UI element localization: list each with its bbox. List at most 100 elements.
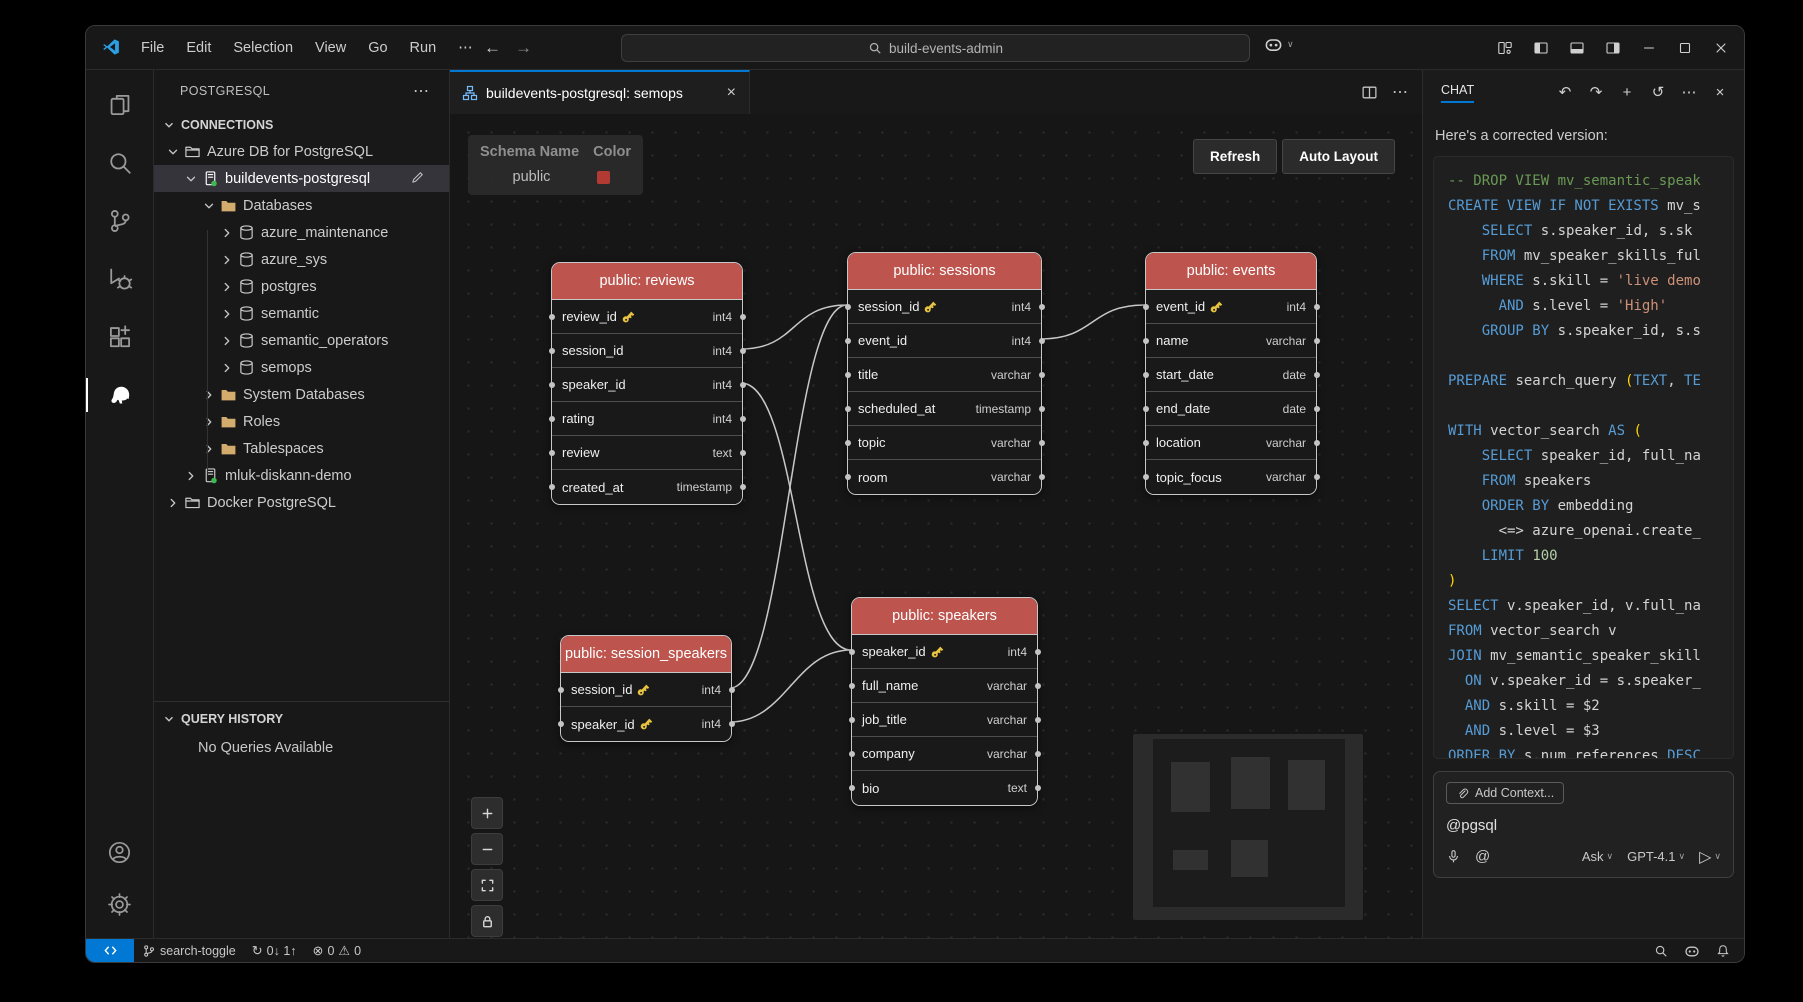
primary-key-icon	[1210, 300, 1224, 314]
tree-item-docker-postgresql[interactable]: Docker PostgreSQL	[154, 489, 449, 516]
tree-item-semops[interactable]: semops	[154, 354, 449, 381]
table-session_speakers[interactable]: public: session_speakerssession_idint4sp…	[560, 635, 732, 742]
activitybar-explorer[interactable]	[86, 76, 153, 134]
new-chat-icon[interactable]: +	[1615, 80, 1639, 104]
connection-dot	[740, 314, 746, 320]
table-sessions[interactable]: public: sessionssession_idint4event_idin…	[847, 252, 1042, 495]
panel-left-icon[interactable]	[1526, 34, 1556, 62]
auto-layout-button[interactable]: Auto Layout	[1282, 139, 1395, 174]
tree-item-system-databases[interactable]: System Databases	[154, 381, 449, 408]
zoom-in-button[interactable]	[471, 797, 503, 829]
fit-view-button[interactable]	[471, 869, 503, 901]
minimize-icon[interactable]	[1634, 34, 1664, 62]
column-type: text	[1008, 781, 1027, 795]
tab-schema-visualization[interactable]: buildevents-postgresql: semops ×	[450, 70, 750, 114]
notifications-bell[interactable]	[1708, 939, 1738, 962]
close-icon[interactable]: ×	[1708, 80, 1732, 104]
menu-edit[interactable]: Edit	[175, 36, 222, 60]
lock-button[interactable]	[471, 905, 503, 937]
activitybar-extensions[interactable]	[86, 308, 153, 366]
chat-input-box[interactable]: Add Context... @pgsql @ Ask∨ GPT-4.1∨	[1433, 771, 1734, 878]
panel-right-icon[interactable]	[1598, 34, 1628, 62]
tree-item-buildevents-postgresql[interactable]: buildevents-postgresql	[154, 165, 449, 192]
column-row: session_idint4	[552, 334, 742, 368]
copilot-button[interactable]: ∨	[1264, 35, 1294, 54]
minimap[interactable]	[1133, 734, 1363, 920]
table-reviews[interactable]: public: reviewsreview_idint4session_idin…	[551, 262, 743, 505]
column-name: start_date	[1156, 367, 1214, 382]
schema-diagram-canvas[interactable]: Schema Name Color public Refresh Auto La…	[450, 114, 1422, 938]
column-name: room	[858, 470, 888, 485]
maximize-icon[interactable]	[1670, 34, 1700, 62]
tree-item-azure-db-for-postgresql[interactable]: Azure DB for PostgreSQL	[154, 138, 449, 165]
activitybar-account[interactable]	[86, 826, 153, 878]
sync-indicator[interactable]: ↻ 0↓ 1↑	[244, 939, 305, 962]
section-query-history[interactable]: QUERY HISTORY	[154, 706, 449, 732]
history-icon[interactable]: ↺	[1646, 80, 1670, 104]
activity-bar-bottom	[86, 826, 153, 938]
more-icon[interactable]: ⋯	[1677, 80, 1701, 104]
tree-item-mluk-diskann-demo[interactable]: mluk-diskann-demo	[154, 462, 449, 489]
folder-icon	[218, 413, 238, 430]
column-name: review_id	[562, 309, 636, 324]
tree-item-label: System Databases	[243, 387, 365, 403]
refresh-button[interactable]: Refresh	[1193, 139, 1277, 174]
tree-item-semantic[interactable]: semantic	[154, 300, 449, 327]
zoom-indicator[interactable]	[1646, 939, 1676, 962]
menu-more[interactable]: ⋯	[447, 36, 484, 60]
tree-item-roles[interactable]: Roles	[154, 408, 449, 435]
menu-view[interactable]: View	[304, 36, 357, 60]
mode-dropdown[interactable]: Ask∨	[1582, 849, 1613, 864]
command-center-search[interactable]: build-events-admin	[621, 34, 1250, 62]
column-row: scheduled_attimestamp	[848, 392, 1041, 426]
more-actions-icon[interactable]: ⋯	[1392, 82, 1408, 102]
menu-selection[interactable]: Selection	[222, 36, 304, 60]
activitybar-settings[interactable]	[86, 878, 153, 930]
split-editor-icon[interactable]	[1361, 84, 1378, 101]
forward-button[interactable]: →	[515, 38, 532, 58]
activitybar-search[interactable]	[86, 134, 153, 192]
table-header: public: events	[1146, 253, 1316, 290]
column-name: job_title	[862, 712, 907, 727]
problems-indicator[interactable]: ⊗ 0 ⚠ 0	[305, 939, 369, 962]
table-events[interactable]: public: eventsevent_idint4namevarcharsta…	[1145, 252, 1317, 495]
remote-indicator[interactable]	[86, 939, 134, 962]
model-dropdown[interactable]: GPT-4.1∨	[1627, 849, 1685, 864]
sidebar-title: POSTGRESQL	[180, 84, 270, 98]
more-actions-icon[interactable]: ⋯	[407, 79, 435, 103]
menu-run[interactable]: Run	[399, 36, 448, 60]
column-row: locationvarchar	[1146, 426, 1316, 460]
chat-tab[interactable]: CHAT	[1441, 83, 1474, 101]
tree-item-databases[interactable]: Databases	[154, 192, 449, 219]
panel-bottom-icon[interactable]	[1562, 34, 1592, 62]
table-speakers[interactable]: public: speakersspeaker_idint4full_namev…	[851, 597, 1038, 806]
branch-indicator[interactable]: search-toggle	[134, 939, 244, 962]
connection-dot	[1143, 372, 1149, 378]
undo-icon[interactable]: ↶	[1553, 80, 1577, 104]
error-icon: ⊗	[313, 943, 324, 959]
customize-layout-icon[interactable]	[1490, 34, 1520, 62]
chat-input-value[interactable]: @pgsql	[1446, 817, 1721, 834]
tree-item-tablespaces[interactable]: Tablespaces	[154, 435, 449, 462]
zoom-out-button[interactable]	[471, 833, 503, 865]
copilot-status[interactable]	[1676, 939, 1708, 962]
activitybar-source-control[interactable]	[86, 192, 153, 250]
activitybar-run-debug[interactable]	[86, 250, 153, 308]
section-connections[interactable]: CONNECTIONS	[154, 112, 449, 138]
close-icon[interactable]: ×	[724, 84, 739, 102]
activitybar-postgresql[interactable]	[86, 366, 153, 424]
mention-icon[interactable]: @	[1475, 848, 1490, 865]
tree-item-azure-maintenance[interactable]: azure_maintenance	[154, 219, 449, 246]
menu-file[interactable]: File	[130, 36, 175, 60]
pencil-icon[interactable]	[410, 170, 425, 185]
menu-go[interactable]: Go	[357, 36, 398, 60]
tree-item-azure-sys[interactable]: azure_sys	[154, 246, 449, 273]
tree-item-postgres[interactable]: postgres	[154, 273, 449, 300]
tree-item-semantic-operators[interactable]: semantic_operators	[154, 327, 449, 354]
microphone-icon[interactable]	[1446, 849, 1461, 864]
redo-icon[interactable]: ↷	[1584, 80, 1608, 104]
back-button[interactable]: ←	[484, 38, 501, 58]
add-context-button[interactable]: Add Context...	[1446, 782, 1564, 804]
send-button[interactable]: ▷ ∨	[1699, 847, 1721, 867]
close-icon[interactable]	[1706, 34, 1736, 62]
